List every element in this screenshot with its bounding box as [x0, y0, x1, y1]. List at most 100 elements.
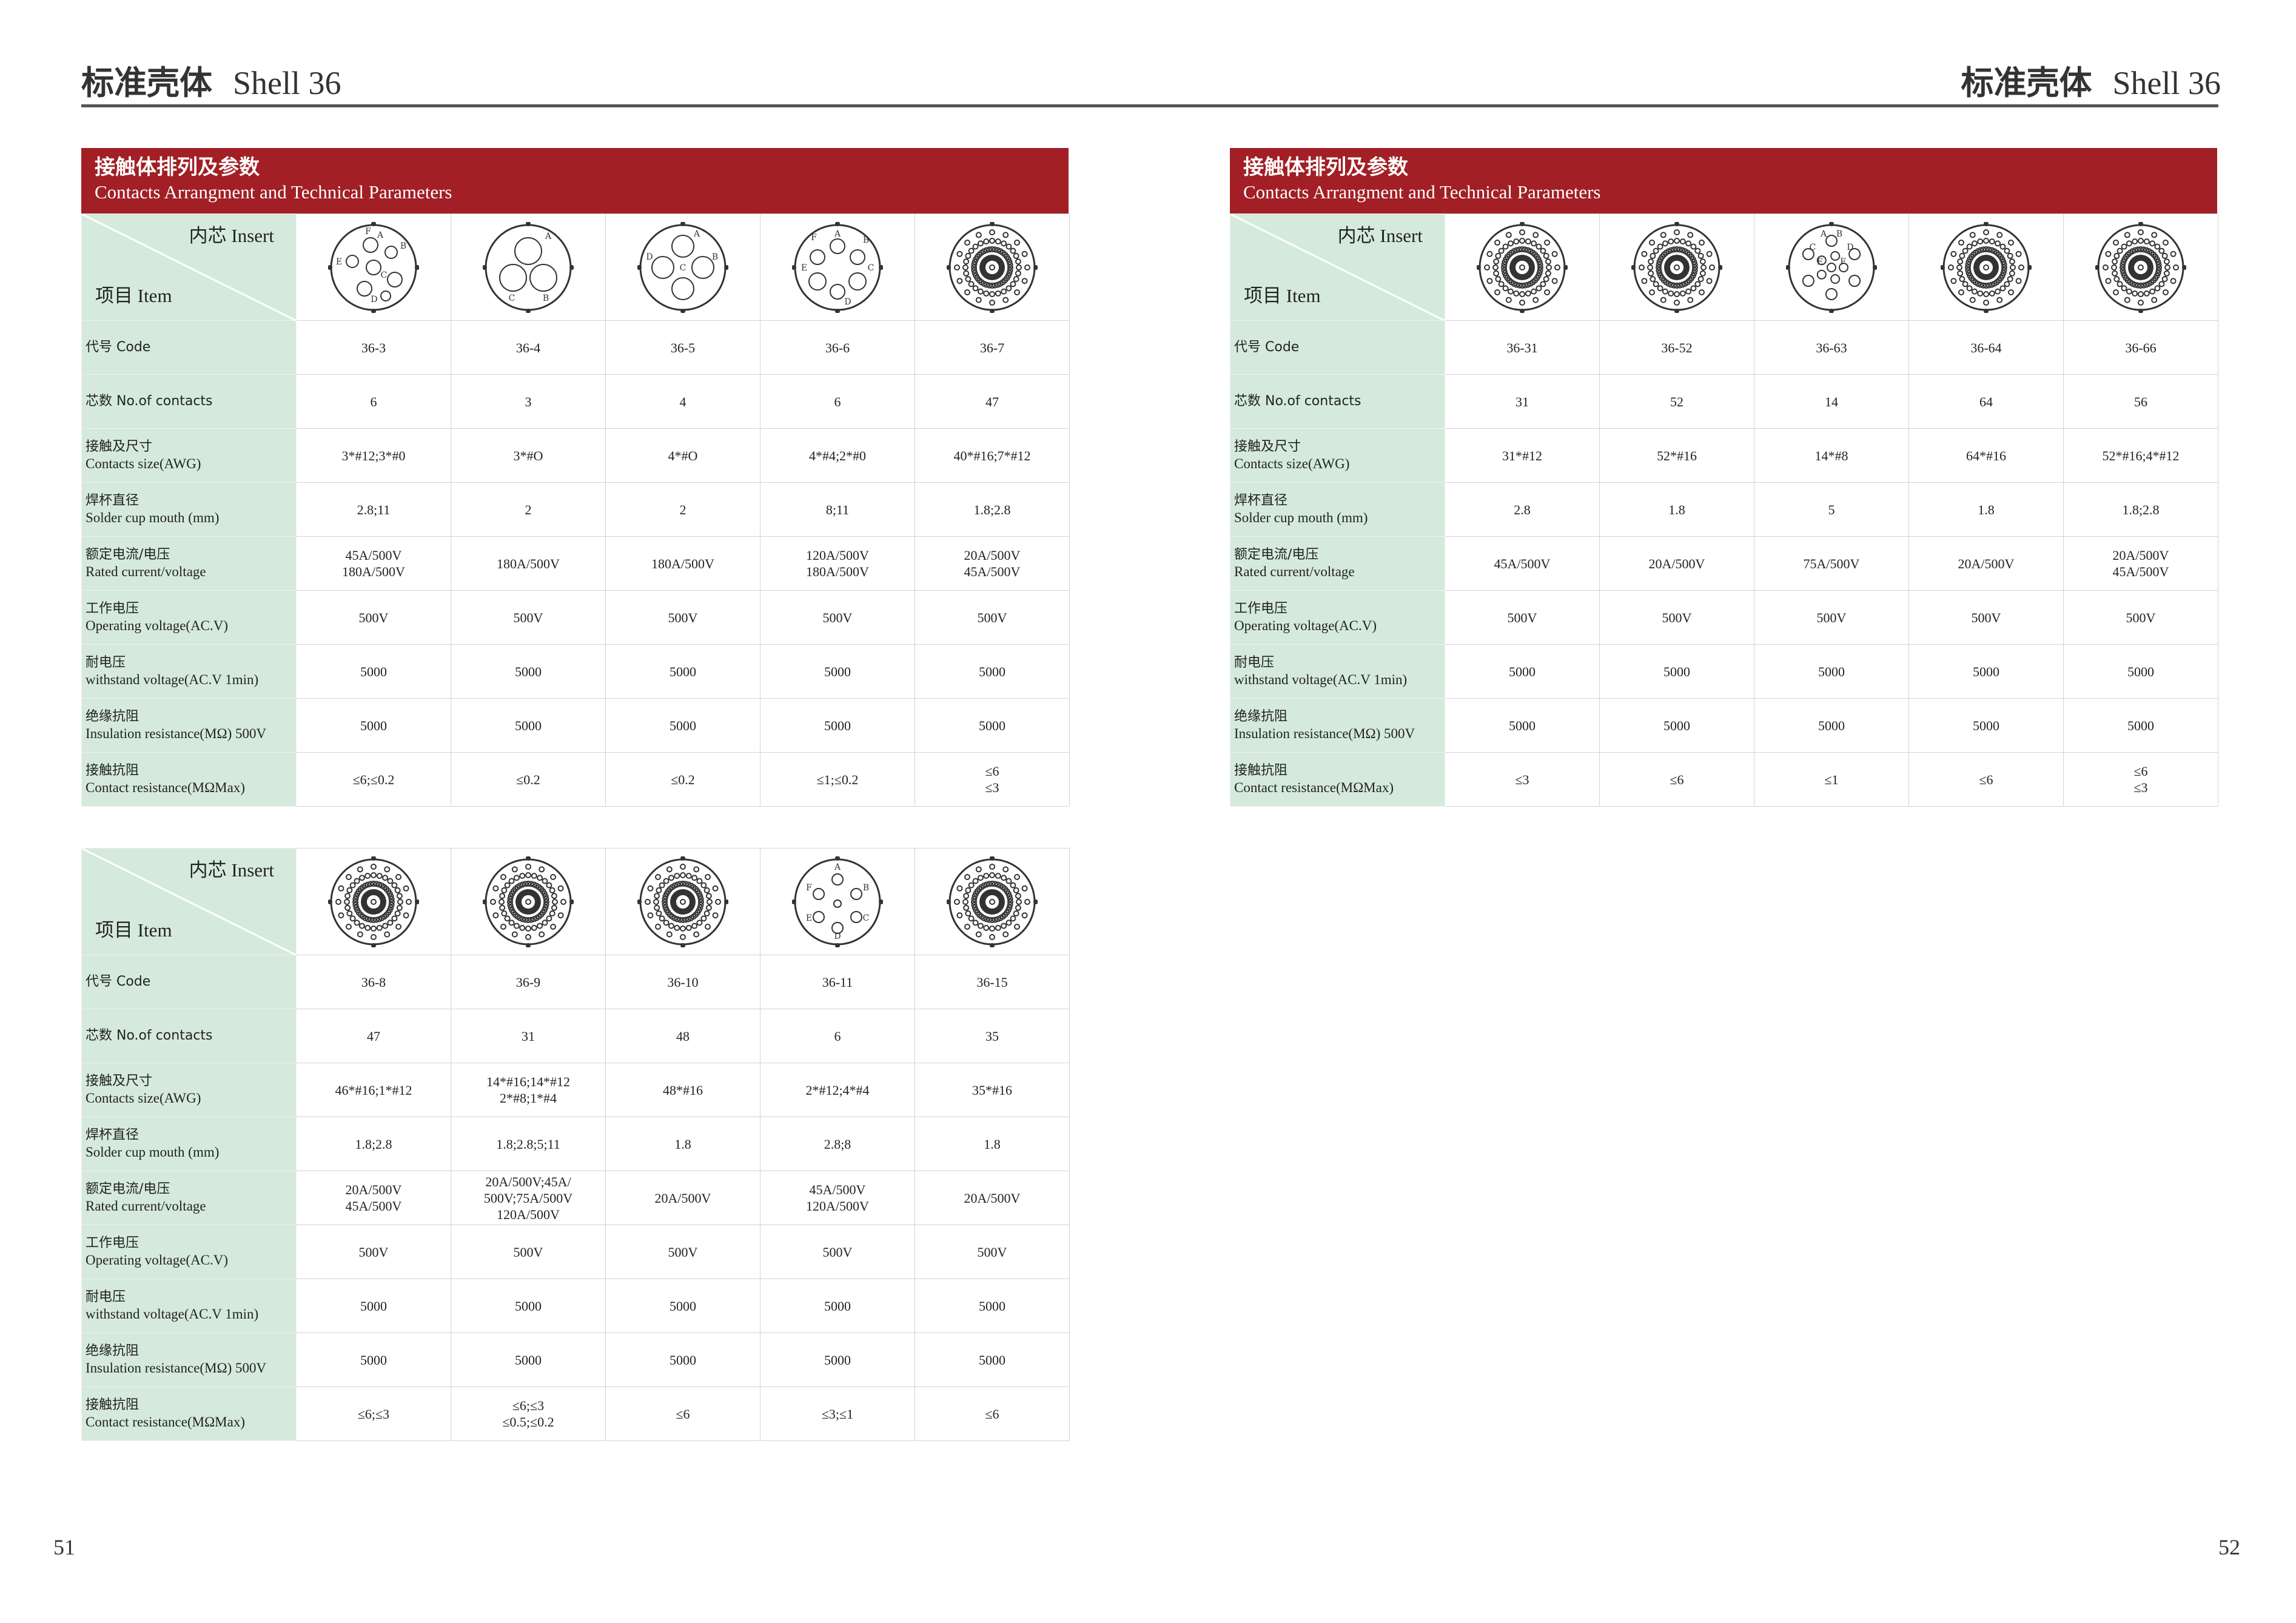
- table-cell: 5000: [915, 644, 1070, 699]
- cell-value: 500V: [358, 610, 389, 625]
- row-label-en: Contacts size(AWG): [86, 456, 201, 471]
- cell-value: 45A/500V 120A/500V: [806, 1182, 869, 1214]
- table-cell: 3: [451, 374, 606, 429]
- table-corner-cell: 内芯 Insert 项目 Item: [81, 848, 297, 955]
- row-label: 接触及尺寸 Contacts size(AWG): [81, 428, 297, 483]
- cell-value: 500V: [1971, 610, 2001, 625]
- row-label: 接触及尺寸 Contacts size(AWG): [1230, 428, 1445, 483]
- row-label: 工作电压 Operating voltage(AC.V): [81, 1225, 297, 1279]
- connector-face-icon: [1477, 221, 1568, 313]
- cell-value: 1.8: [984, 1136, 1001, 1152]
- corner-insert-cn: 内芯: [1337, 225, 1375, 247]
- table-cell: 40*#16;7*#12: [915, 428, 1070, 483]
- cell-value: 5000: [515, 1298, 542, 1314]
- cell-value: 48: [676, 1028, 690, 1044]
- table-cell: 5000: [1445, 644, 1600, 699]
- cell-value: 5000: [670, 1298, 696, 1314]
- table-cell: 5000: [915, 1332, 1070, 1387]
- cell-value: ≤1: [1824, 771, 1839, 787]
- contact-letter: F: [806, 883, 812, 893]
- row-label: 接触抗阻 Contact resistance(MΩMax): [81, 752, 297, 807]
- cell-value: 5000: [824, 664, 851, 679]
- cell-value: 36-8: [361, 974, 386, 990]
- row-label: 接触抗阻 Contact resistance(MΩMax): [1230, 752, 1445, 807]
- cell-value: 500V: [977, 610, 1007, 625]
- cell-value: 5000: [515, 1352, 542, 1368]
- cell-value: 40*#16;7*#12: [953, 448, 1031, 463]
- cell-value: 5000: [515, 664, 542, 679]
- insert-diagram-cell: [451, 848, 606, 955]
- table-cell: ≤6;≤0.2: [296, 752, 451, 807]
- connector-face-icon: [328, 856, 419, 947]
- cell-value: 5000: [1818, 717, 1845, 733]
- cell-value: 5000: [360, 1298, 387, 1314]
- page-title-left-cn: 标准壳体: [81, 64, 212, 102]
- cell-value: 2.8;8: [824, 1136, 851, 1152]
- cell-value: ≤3: [1515, 771, 1529, 787]
- contact-letter: F: [365, 227, 371, 237]
- cell-value: 14*#8: [1814, 448, 1848, 463]
- row-label-cn: 耐电压: [86, 1289, 126, 1305]
- table-cell: 36-7: [915, 320, 1070, 375]
- table-cell: 500V: [451, 1225, 606, 1279]
- cell-value: 20A/500V: [1958, 556, 2015, 571]
- cell-value: 36-5: [670, 340, 696, 355]
- row-label: 耐电压 withstand voltage(AC.V 1min): [81, 644, 297, 699]
- cell-value: 5000: [2127, 717, 2154, 733]
- table-cell: 31*#12: [1445, 428, 1600, 483]
- cell-value: 2: [679, 502, 686, 517]
- table-cell: 5: [1754, 482, 1909, 537]
- cell-value: 5000: [1663, 717, 1690, 733]
- row-label-en: Solder cup mouth (mm): [1234, 510, 1368, 525]
- table-cell: 5000: [915, 698, 1070, 753]
- corner-item-en: Item: [137, 919, 172, 941]
- cell-value: 2*#12;4*#4: [805, 1082, 870, 1098]
- table-cell: 500V: [605, 1225, 760, 1279]
- table-cell: 5000: [760, 1279, 915, 1333]
- table-cell: ≤3;≤1: [760, 1386, 915, 1441]
- table-row: 代号 Code 36-8 36-9 36-10 36-11 36-15: [81, 955, 1070, 1009]
- contact-letter: A: [545, 232, 552, 241]
- table-corner-cell: 内芯 Insert 项目 Item: [1230, 213, 1445, 321]
- contact-letter: D: [1847, 243, 1853, 252]
- table-cell: 500V: [296, 590, 451, 645]
- table-cell: 14: [1754, 374, 1909, 429]
- table-row: 工作电压 Operating voltage(AC.V) 500V 500V 500V 5…: [1230, 590, 2218, 645]
- cell-value: 500V: [822, 610, 853, 625]
- cell-value: 5000: [824, 717, 851, 733]
- table-row: 芯数 No.of contacts 47 31 48 6 35: [81, 1009, 1070, 1063]
- cell-value: 500V: [668, 1244, 698, 1260]
- table-cell: ≤6: [605, 1386, 760, 1441]
- corner-item-cn: 项目: [1244, 285, 1281, 307]
- contact-letter: D: [834, 932, 841, 941]
- row-label-cn: 接触抗阻: [86, 763, 139, 778]
- cell-value: 2.8;11: [357, 502, 391, 517]
- cell-value: 5000: [979, 664, 1005, 679]
- table-cell: 35: [915, 1009, 1070, 1063]
- contact-letter: A: [834, 862, 841, 872]
- cell-value: 500V: [358, 1244, 389, 1260]
- table-header-row: 内芯 Insert 项目 Item F A B E C D A C B A D B C F A B E C D: [81, 213, 1070, 321]
- page-number-left: 51: [53, 1535, 75, 1559]
- cell-value: 500V: [2126, 610, 2156, 625]
- table-cell: ≤6;≤3: [296, 1386, 451, 1441]
- table-cell: 6: [296, 374, 451, 429]
- connector-face-icon: FA B E C D: [328, 221, 419, 313]
- section-band-left: 接触体排列及参数 Contacts Arrangment and Technic…: [81, 148, 1069, 213]
- page-title-right-en: Shell 36: [2112, 65, 2221, 101]
- cell-value: ≤6: [985, 1406, 999, 1422]
- contact-letter: B: [1836, 229, 1842, 239]
- contact-letter: B: [863, 883, 869, 893]
- table-cell: ≤6 ≤3: [2063, 752, 2218, 807]
- connector-face-icon: [637, 856, 728, 947]
- row-label: 耐电压 withstand voltage(AC.V 1min): [1230, 644, 1445, 699]
- contact-letter: A: [377, 230, 384, 240]
- spec-table: 内芯 Insert 项目 Item F A B E C D A C B A D B C F A B E C D 代号 Co…: [81, 213, 1070, 807]
- cell-value: 6: [834, 1028, 841, 1044]
- table-cell: 36-64: [1908, 320, 2064, 375]
- table-cell: ≤0.2: [605, 752, 760, 807]
- cell-value: 31: [522, 1028, 535, 1044]
- table-cell: 1.8: [1599, 482, 1754, 537]
- row-label: 焊杯直径 Solder cup mouth (mm): [81, 482, 297, 537]
- cell-value: 36-9: [515, 974, 541, 990]
